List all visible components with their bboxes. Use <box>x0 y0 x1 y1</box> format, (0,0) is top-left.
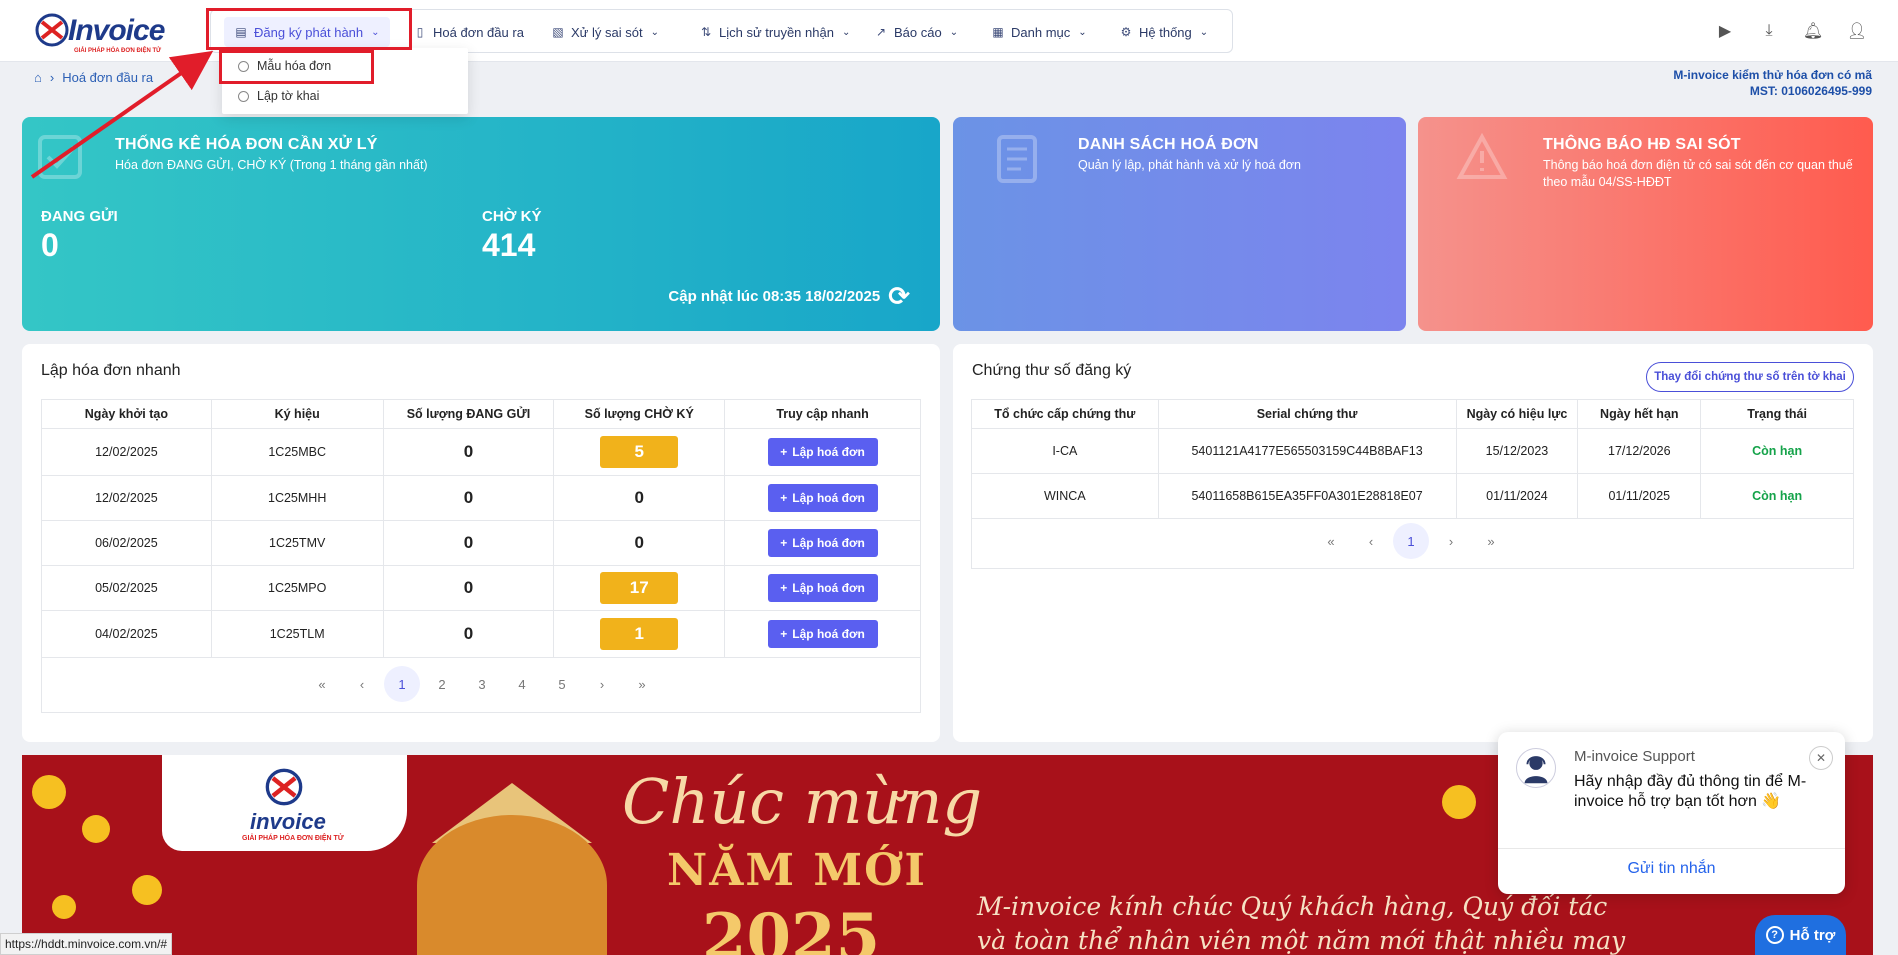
annotation-arrow-icon <box>30 50 214 179</box>
status-bar-url: https://hddt.minvoice.com.vn/# <box>0 933 173 955</box>
